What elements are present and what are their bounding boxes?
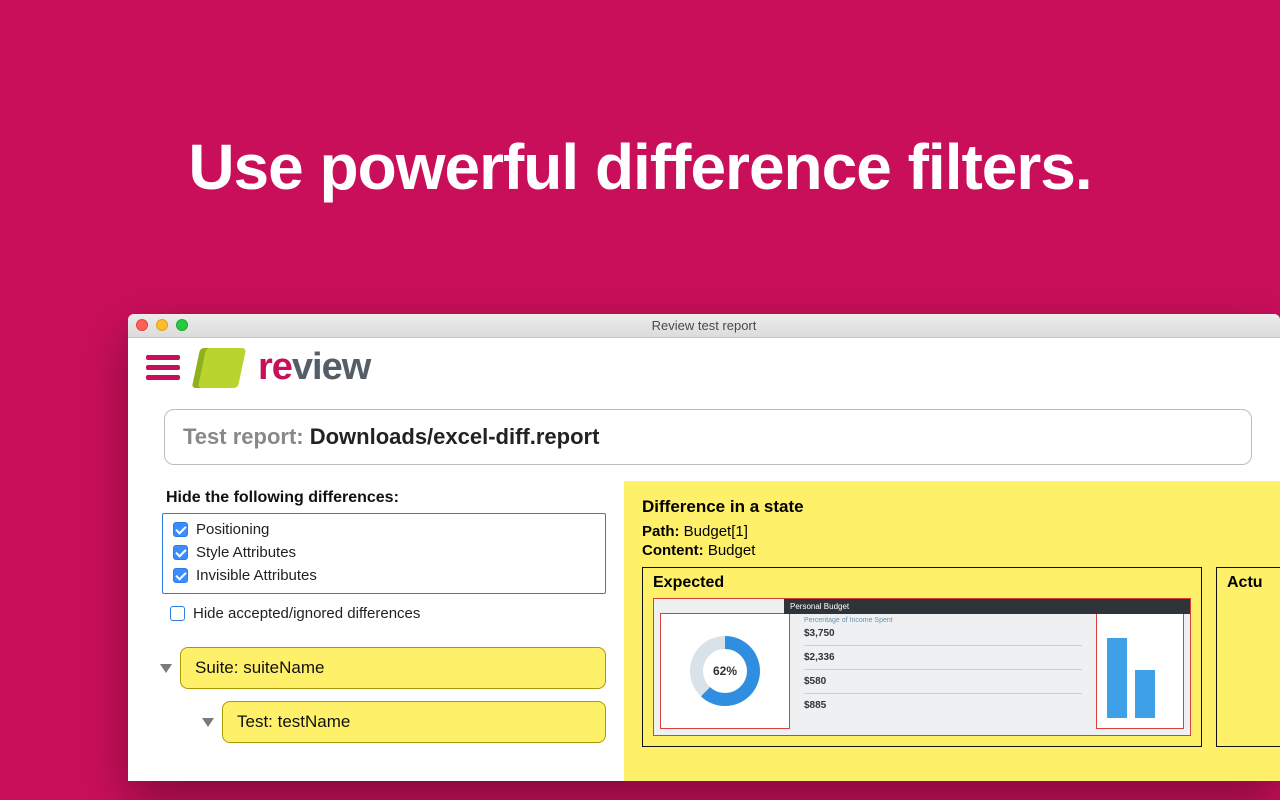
suite-chip[interactable]: Suite: suiteName bbox=[180, 647, 606, 689]
thumb-header: Personal Budget bbox=[784, 599, 1190, 614]
filter-label: Hide accepted/ignored differences bbox=[193, 605, 420, 622]
report-path-label: Test report: bbox=[183, 424, 310, 449]
expected-pane: Expected Personal Budget 62% Percentage … bbox=[642, 567, 1202, 747]
report-path-field[interactable]: Test report: Downloads/excel-diff.report bbox=[164, 409, 1252, 465]
window-title: Review test report bbox=[652, 318, 757, 333]
checkbox-icon[interactable] bbox=[173, 522, 188, 537]
chevron-down-icon[interactable] bbox=[202, 718, 214, 727]
filter-style-attributes[interactable]: Style Attributes bbox=[171, 541, 597, 564]
hero-headline: Use powerful difference filters. bbox=[0, 0, 1280, 204]
tree-row-test[interactable]: Test: testName bbox=[198, 701, 606, 743]
test-chip[interactable]: Test: testName bbox=[222, 701, 606, 743]
chevron-down-icon[interactable] bbox=[160, 664, 172, 673]
expected-thumbnail[interactable]: Personal Budget 62% Percentage of Income… bbox=[653, 598, 1191, 736]
actual-pane: Actu bbox=[1216, 567, 1280, 747]
menu-icon[interactable] bbox=[146, 354, 180, 382]
checkbox-icon[interactable] bbox=[173, 545, 188, 560]
minimize-icon[interactable] bbox=[156, 319, 168, 331]
app-window: Review test report review Test report: D… bbox=[128, 314, 1280, 781]
expected-label: Expected bbox=[643, 572, 1201, 598]
zoom-icon[interactable] bbox=[176, 319, 188, 331]
diff-content: Content: Budget bbox=[642, 542, 1280, 559]
thumb-values: Percentage of Income Spent $3,750 $2,336… bbox=[796, 599, 1090, 735]
actual-label: Actu bbox=[1217, 572, 1280, 598]
filter-label: Positioning bbox=[196, 521, 269, 538]
titlebar: Review test report bbox=[128, 314, 1280, 338]
diff-title: Difference in a state bbox=[642, 497, 1280, 517]
close-icon[interactable] bbox=[136, 319, 148, 331]
report-path-value: Downloads/excel-diff.report bbox=[310, 424, 600, 449]
filters-group: Positioning Style Attributes Invisible A… bbox=[162, 513, 606, 594]
filters-panel: Hide the following differences: Position… bbox=[156, 481, 606, 781]
checkbox-icon[interactable] bbox=[173, 568, 188, 583]
filter-positioning[interactable]: Positioning bbox=[171, 518, 597, 541]
results-tree: Suite: suiteName Test: testName bbox=[156, 647, 606, 743]
donut-chart-icon: 62% bbox=[690, 636, 760, 706]
filter-label: Style Attributes bbox=[196, 544, 296, 561]
tree-row-suite[interactable]: Suite: suiteName bbox=[156, 647, 606, 689]
diff-panel: Difference in a state Path: Budget[1] Co… bbox=[624, 481, 1280, 781]
bar-chart-icon bbox=[1096, 613, 1184, 729]
filters-heading: Hide the following differences: bbox=[166, 489, 606, 507]
diff-path: Path: Budget[1] bbox=[642, 523, 1280, 540]
app-wordmark: review bbox=[258, 346, 370, 389]
app-logo-icon bbox=[192, 348, 247, 388]
checkbox-icon[interactable] bbox=[170, 606, 185, 621]
filter-invisible-attributes[interactable]: Invisible Attributes bbox=[171, 564, 597, 587]
filter-label: Invisible Attributes bbox=[196, 567, 317, 584]
filter-hide-accepted[interactable]: Hide accepted/ignored differences bbox=[168, 602, 606, 625]
